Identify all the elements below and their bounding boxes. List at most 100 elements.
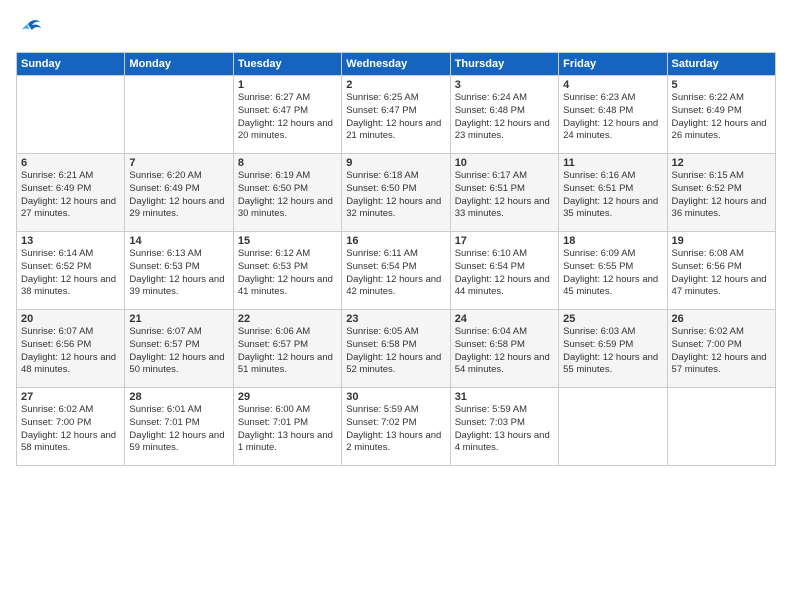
header-cell-friday: Friday (559, 53, 667, 76)
day-number: 29 (238, 391, 337, 403)
day-cell: 3Sunrise: 6:24 AM Sunset: 6:48 PM Daylig… (450, 76, 558, 154)
day-info: Sunrise: 5:59 AM Sunset: 7:03 PM Dayligh… (455, 404, 554, 455)
day-info: Sunrise: 6:02 AM Sunset: 7:00 PM Dayligh… (21, 404, 120, 455)
day-info: Sunrise: 6:27 AM Sunset: 6:47 PM Dayligh… (238, 92, 337, 143)
day-number: 12 (672, 157, 771, 169)
day-number: 21 (129, 313, 228, 325)
header-row: SundayMondayTuesdayWednesdayThursdayFrid… (17, 53, 776, 76)
day-cell (17, 76, 125, 154)
day-info: Sunrise: 6:02 AM Sunset: 7:00 PM Dayligh… (672, 326, 771, 377)
day-cell: 25Sunrise: 6:03 AM Sunset: 6:59 PM Dayli… (559, 310, 667, 388)
day-info: Sunrise: 6:21 AM Sunset: 6:49 PM Dayligh… (21, 170, 120, 221)
day-cell: 19Sunrise: 6:08 AM Sunset: 6:56 PM Dayli… (667, 232, 775, 310)
day-info: Sunrise: 6:14 AM Sunset: 6:52 PM Dayligh… (21, 248, 120, 299)
day-cell (125, 76, 233, 154)
day-info: Sunrise: 6:20 AM Sunset: 6:49 PM Dayligh… (129, 170, 228, 221)
day-number: 23 (346, 313, 445, 325)
day-cell: 8Sunrise: 6:19 AM Sunset: 6:50 PM Daylig… (233, 154, 341, 232)
day-number: 7 (129, 157, 228, 169)
day-cell: 14Sunrise: 6:13 AM Sunset: 6:53 PM Dayli… (125, 232, 233, 310)
header-cell-wednesday: Wednesday (342, 53, 450, 76)
day-info: Sunrise: 6:24 AM Sunset: 6:48 PM Dayligh… (455, 92, 554, 143)
day-number: 2 (346, 79, 445, 91)
day-number: 11 (563, 157, 662, 169)
header-cell-saturday: Saturday (667, 53, 775, 76)
day-info: Sunrise: 6:11 AM Sunset: 6:54 PM Dayligh… (346, 248, 445, 299)
day-info: Sunrise: 6:17 AM Sunset: 6:51 PM Dayligh… (455, 170, 554, 221)
day-info: Sunrise: 6:10 AM Sunset: 6:54 PM Dayligh… (455, 248, 554, 299)
day-cell: 27Sunrise: 6:02 AM Sunset: 7:00 PM Dayli… (17, 388, 125, 466)
day-info: Sunrise: 6:05 AM Sunset: 6:58 PM Dayligh… (346, 326, 445, 377)
day-info: Sunrise: 6:08 AM Sunset: 6:56 PM Dayligh… (672, 248, 771, 299)
day-number: 26 (672, 313, 771, 325)
day-number: 4 (563, 79, 662, 91)
header-cell-thursday: Thursday (450, 53, 558, 76)
page: SundayMondayTuesdayWednesdayThursdayFrid… (0, 0, 792, 612)
logo-bird-icon (16, 16, 44, 44)
day-cell: 4Sunrise: 6:23 AM Sunset: 6:48 PM Daylig… (559, 76, 667, 154)
day-cell: 26Sunrise: 6:02 AM Sunset: 7:00 PM Dayli… (667, 310, 775, 388)
day-cell: 24Sunrise: 6:04 AM Sunset: 6:58 PM Dayli… (450, 310, 558, 388)
day-number: 3 (455, 79, 554, 91)
day-cell: 17Sunrise: 6:10 AM Sunset: 6:54 PM Dayli… (450, 232, 558, 310)
day-number: 6 (21, 157, 120, 169)
day-cell: 30Sunrise: 5:59 AM Sunset: 7:02 PM Dayli… (342, 388, 450, 466)
day-number: 5 (672, 79, 771, 91)
day-info: Sunrise: 6:07 AM Sunset: 6:57 PM Dayligh… (129, 326, 228, 377)
day-info: Sunrise: 6:09 AM Sunset: 6:55 PM Dayligh… (563, 248, 662, 299)
day-cell: 10Sunrise: 6:17 AM Sunset: 6:51 PM Dayli… (450, 154, 558, 232)
day-info: Sunrise: 6:07 AM Sunset: 6:56 PM Dayligh… (21, 326, 120, 377)
day-cell: 31Sunrise: 5:59 AM Sunset: 7:03 PM Dayli… (450, 388, 558, 466)
day-number: 20 (21, 313, 120, 325)
day-number: 25 (563, 313, 662, 325)
day-number: 18 (563, 235, 662, 247)
day-info: Sunrise: 6:01 AM Sunset: 7:01 PM Dayligh… (129, 404, 228, 455)
day-number: 27 (21, 391, 120, 403)
day-cell: 29Sunrise: 6:00 AM Sunset: 7:01 PM Dayli… (233, 388, 341, 466)
day-number: 14 (129, 235, 228, 247)
day-info: Sunrise: 6:04 AM Sunset: 6:58 PM Dayligh… (455, 326, 554, 377)
day-cell: 2Sunrise: 6:25 AM Sunset: 6:47 PM Daylig… (342, 76, 450, 154)
day-cell: 15Sunrise: 6:12 AM Sunset: 6:53 PM Dayli… (233, 232, 341, 310)
week-row-2: 13Sunrise: 6:14 AM Sunset: 6:52 PM Dayli… (17, 232, 776, 310)
day-info: Sunrise: 6:25 AM Sunset: 6:47 PM Dayligh… (346, 92, 445, 143)
day-cell (559, 388, 667, 466)
day-number: 24 (455, 313, 554, 325)
header-cell-monday: Monday (125, 53, 233, 76)
day-cell: 18Sunrise: 6:09 AM Sunset: 6:55 PM Dayli… (559, 232, 667, 310)
day-cell: 16Sunrise: 6:11 AM Sunset: 6:54 PM Dayli… (342, 232, 450, 310)
day-info: Sunrise: 6:23 AM Sunset: 6:48 PM Dayligh… (563, 92, 662, 143)
logo (16, 16, 48, 44)
day-info: Sunrise: 6:16 AM Sunset: 6:51 PM Dayligh… (563, 170, 662, 221)
week-row-0: 1Sunrise: 6:27 AM Sunset: 6:47 PM Daylig… (17, 76, 776, 154)
day-info: Sunrise: 6:03 AM Sunset: 6:59 PM Dayligh… (563, 326, 662, 377)
day-cell: 13Sunrise: 6:14 AM Sunset: 6:52 PM Dayli… (17, 232, 125, 310)
week-row-1: 6Sunrise: 6:21 AM Sunset: 6:49 PM Daylig… (17, 154, 776, 232)
day-cell: 22Sunrise: 6:06 AM Sunset: 6:57 PM Dayli… (233, 310, 341, 388)
day-info: Sunrise: 6:06 AM Sunset: 6:57 PM Dayligh… (238, 326, 337, 377)
day-cell: 6Sunrise: 6:21 AM Sunset: 6:49 PM Daylig… (17, 154, 125, 232)
day-cell: 23Sunrise: 6:05 AM Sunset: 6:58 PM Dayli… (342, 310, 450, 388)
day-cell: 28Sunrise: 6:01 AM Sunset: 7:01 PM Dayli… (125, 388, 233, 466)
day-number: 19 (672, 235, 771, 247)
day-info: Sunrise: 6:12 AM Sunset: 6:53 PM Dayligh… (238, 248, 337, 299)
day-info: Sunrise: 5:59 AM Sunset: 7:02 PM Dayligh… (346, 404, 445, 455)
day-cell: 11Sunrise: 6:16 AM Sunset: 6:51 PM Dayli… (559, 154, 667, 232)
day-number: 1 (238, 79, 337, 91)
day-number: 16 (346, 235, 445, 247)
day-cell: 1Sunrise: 6:27 AM Sunset: 6:47 PM Daylig… (233, 76, 341, 154)
day-info: Sunrise: 6:15 AM Sunset: 6:52 PM Dayligh… (672, 170, 771, 221)
calendar-header: SundayMondayTuesdayWednesdayThursdayFrid… (17, 53, 776, 76)
calendar-body: 1Sunrise: 6:27 AM Sunset: 6:47 PM Daylig… (17, 76, 776, 466)
day-cell: 21Sunrise: 6:07 AM Sunset: 6:57 PM Dayli… (125, 310, 233, 388)
day-cell: 7Sunrise: 6:20 AM Sunset: 6:49 PM Daylig… (125, 154, 233, 232)
day-cell: 12Sunrise: 6:15 AM Sunset: 6:52 PM Dayli… (667, 154, 775, 232)
header-cell-sunday: Sunday (17, 53, 125, 76)
day-cell: 9Sunrise: 6:18 AM Sunset: 6:50 PM Daylig… (342, 154, 450, 232)
week-row-4: 27Sunrise: 6:02 AM Sunset: 7:00 PM Dayli… (17, 388, 776, 466)
day-cell: 20Sunrise: 6:07 AM Sunset: 6:56 PM Dayli… (17, 310, 125, 388)
day-number: 8 (238, 157, 337, 169)
week-row-3: 20Sunrise: 6:07 AM Sunset: 6:56 PM Dayli… (17, 310, 776, 388)
day-cell: 5Sunrise: 6:22 AM Sunset: 6:49 PM Daylig… (667, 76, 775, 154)
day-number: 28 (129, 391, 228, 403)
